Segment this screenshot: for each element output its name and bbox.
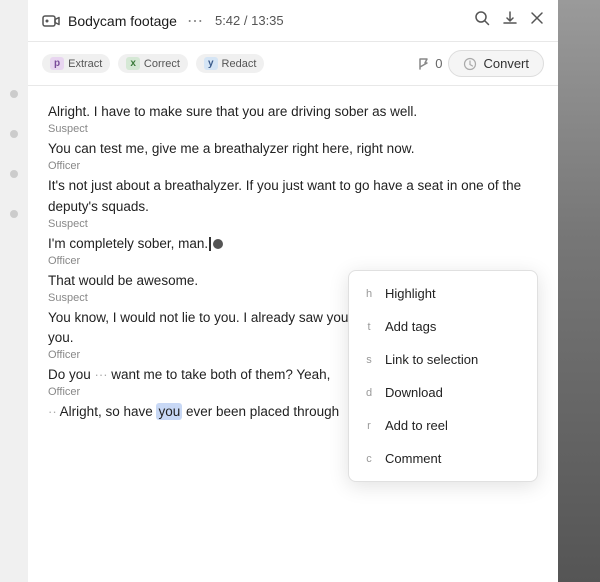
transcript-block-0: Alright. I have to make sure that you ar… xyxy=(48,102,538,123)
video-title: Bodycam footage xyxy=(68,13,177,29)
thumbnail-gradient xyxy=(558,0,600,582)
add-tags-label: Add tags xyxy=(385,319,523,334)
menu-item-link-selection[interactable]: s Link to selection xyxy=(349,343,537,376)
header-actions xyxy=(474,10,544,31)
sidebar-dot-3 xyxy=(10,170,18,178)
correct-badge[interactable]: x Correct xyxy=(118,54,188,73)
more-options-icon[interactable]: ⋯ xyxy=(187,11,203,31)
speech-text-2: It's not just about a breathalyzer. If y… xyxy=(48,176,538,218)
speech-text-1: You can test me, give me a breathalyzer … xyxy=(48,139,538,160)
speaker-label-2: Officer xyxy=(48,160,538,172)
redact-key: y xyxy=(204,57,218,70)
ellipsis: ··· xyxy=(95,367,108,382)
header-bar: Bodycam footage ⋯ 5:42 / 13:35 xyxy=(28,0,558,42)
link-selection-key: s xyxy=(363,354,375,366)
redact-badge[interactable]: y Redact xyxy=(196,54,264,73)
comment-key: c xyxy=(363,453,375,465)
search-icon[interactable] xyxy=(474,10,490,31)
sidebar-dot-4 xyxy=(10,210,18,218)
extract-key: p xyxy=(50,57,64,70)
convert-label: Convert xyxy=(483,56,529,71)
menu-item-download[interactable]: d Download xyxy=(349,376,537,409)
main-content: Bodycam footage ⋯ 5:42 / 13:35 xyxy=(28,0,558,582)
convert-button[interactable]: Convert xyxy=(448,50,544,77)
convert-area: 0 Convert xyxy=(417,50,544,77)
extract-label: Extract xyxy=(68,58,102,70)
sidebar-dot-2 xyxy=(10,130,18,138)
speaker-label-1: Suspect xyxy=(48,123,538,135)
speaker-label-4: Officer xyxy=(48,255,538,267)
sidebar-dot-1 xyxy=(10,90,18,98)
context-menu: h Highlight t Add tags s Link to selecti… xyxy=(348,270,538,482)
playback-time: 5:42 / 13:35 xyxy=(215,13,284,28)
ellipsis-2: ·· xyxy=(48,404,57,419)
close-icon[interactable] xyxy=(530,11,544,30)
download-icon[interactable] xyxy=(502,10,518,31)
transcript-block-3: Suspect I'm completely sober, man. xyxy=(48,218,538,255)
menu-item-add-to-reel[interactable]: r Add to reel xyxy=(349,409,537,442)
bodycam-icon xyxy=(42,12,60,30)
text-cursor xyxy=(209,237,211,251)
download-label: Download xyxy=(385,385,523,400)
speaker-label-3: Suspect xyxy=(48,218,538,230)
highlight-label: Highlight xyxy=(385,286,523,301)
link-selection-label: Link to selection xyxy=(385,352,523,367)
add-to-reel-label: Add to reel xyxy=(385,418,523,433)
extract-badge[interactable]: p Extract xyxy=(42,54,110,73)
transcript-block-1: Suspect You can test me, give me a breat… xyxy=(48,123,538,160)
correct-label: Correct xyxy=(144,58,180,70)
transcript-block-2: Officer It's not just about a breathalyz… xyxy=(48,160,538,218)
comment-label: Comment xyxy=(385,451,523,466)
menu-item-highlight[interactable]: h Highlight xyxy=(349,277,537,310)
right-thumbnail-panel xyxy=(558,0,600,582)
highlight-key: h xyxy=(363,288,375,300)
toolbar: p Extract x Correct y Redact 0 xyxy=(28,42,558,86)
menu-item-add-tags[interactable]: t Add tags xyxy=(349,310,537,343)
menu-item-comment[interactable]: c Comment xyxy=(349,442,537,475)
correct-key: x xyxy=(126,57,140,70)
add-tags-key: t xyxy=(363,321,375,333)
speech-text-3: I'm completely sober, man. xyxy=(48,234,538,255)
flag-count: 0 xyxy=(435,56,442,71)
download-key: d xyxy=(363,387,375,399)
selection-handle xyxy=(213,239,223,249)
left-sidebar xyxy=(0,0,28,582)
highlighted-word: you xyxy=(156,403,182,420)
redact-label: Redact xyxy=(222,58,257,70)
add-to-reel-key: r xyxy=(363,420,375,432)
speech-text-0: Alright. I have to make sure that you ar… xyxy=(48,102,538,123)
flag-count-area: 0 xyxy=(417,56,442,71)
